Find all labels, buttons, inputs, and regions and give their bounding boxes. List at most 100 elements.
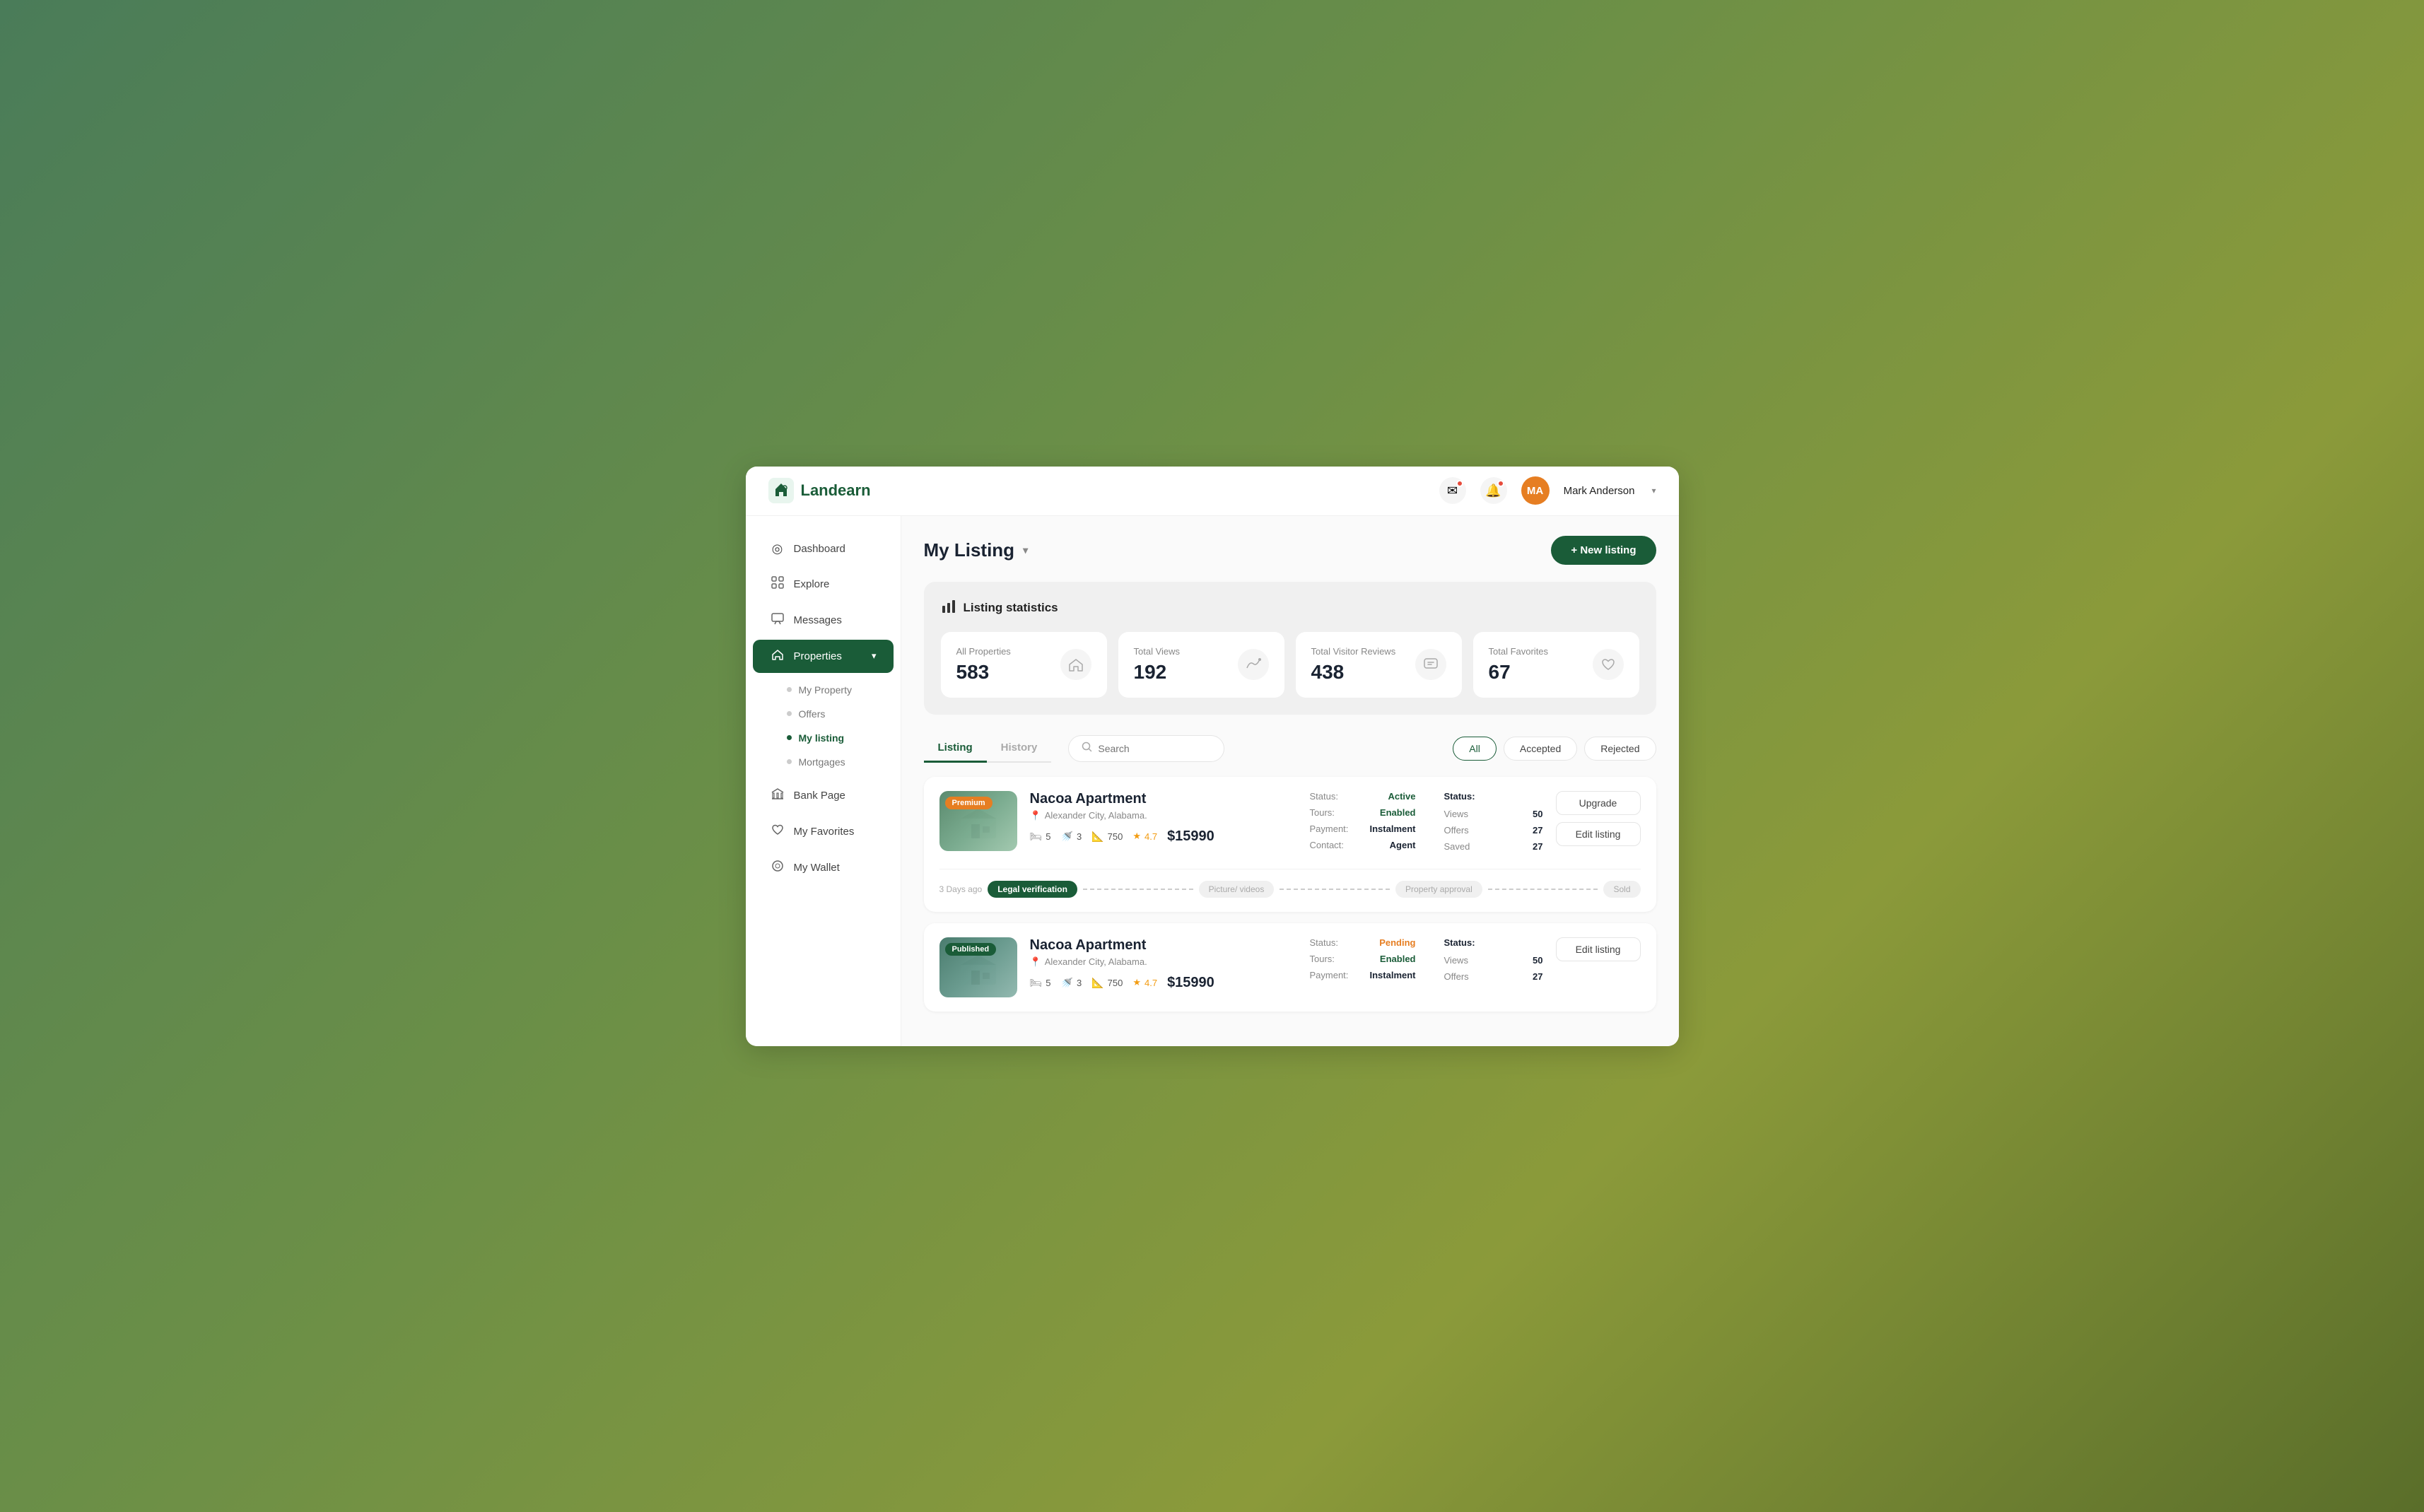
stat-label-2: Total Visitor Reviews bbox=[1311, 646, 1396, 657]
sidebar-item-bank-page[interactable]: Bank Page bbox=[753, 779, 894, 812]
status-cols-0: Status: Active Tours: Enabled Payment: I… bbox=[1309, 791, 1542, 857]
property-name-1: Nacoa Apartment bbox=[1030, 937, 1297, 954]
star-icon-0: ★ bbox=[1132, 831, 1141, 842]
stats-title-0: Status: bbox=[1444, 791, 1543, 802]
offers-row-1: Offers 27 bbox=[1444, 971, 1543, 982]
filter-btn-all[interactable]: All bbox=[1453, 737, 1497, 761]
stat-value-1: 192 bbox=[1134, 661, 1181, 684]
property-badge-1: Published bbox=[945, 943, 997, 956]
location-pin-icon-1: 📍 bbox=[1030, 956, 1041, 968]
explore-icon bbox=[770, 576, 785, 592]
sidebar-item-messages[interactable]: Messages bbox=[753, 604, 894, 637]
sqft-spec-1: 📐 750 bbox=[1091, 977, 1123, 989]
new-listing-button[interactable]: + New listing bbox=[1551, 536, 1656, 565]
user-dropdown-arrow[interactable]: ▾ bbox=[1651, 486, 1656, 496]
status-row-tours-1: Tours: Enabled bbox=[1309, 954, 1415, 964]
dot-offers bbox=[787, 711, 792, 716]
sidebar-item-my-wallet[interactable]: My Wallet bbox=[753, 851, 894, 884]
tours-val-1: Enabled bbox=[1380, 954, 1416, 964]
bank-icon bbox=[770, 787, 785, 804]
status-row-payment-0: Payment: Instalment bbox=[1309, 824, 1415, 834]
step-dots-2-0 bbox=[1280, 889, 1390, 890]
sidebar-item-offers[interactable]: Offers bbox=[778, 703, 901, 725]
stat-value-3: 67 bbox=[1489, 661, 1549, 684]
sidebar-item-dashboard[interactable]: ◎ Dashboard bbox=[753, 533, 894, 565]
sidebar-label-explore: Explore bbox=[794, 578, 830, 590]
sidebar-item-my-property[interactable]: My Property bbox=[778, 679, 901, 701]
tours-val-0: Enabled bbox=[1380, 807, 1416, 818]
stat-icon-0 bbox=[1060, 649, 1091, 680]
sqft-icon-0: 📐 bbox=[1091, 831, 1103, 843]
sidebar-label-dashboard: Dashboard bbox=[794, 543, 845, 555]
baths-spec-1: 🚿 3 bbox=[1061, 977, 1082, 989]
sidebar-item-properties[interactable]: Properties ▾ bbox=[753, 640, 894, 673]
tours-key-1: Tours: bbox=[1309, 954, 1355, 964]
status-val-0: Active bbox=[1388, 791, 1415, 802]
property-img-wrap-0: Premium bbox=[939, 791, 1017, 851]
stat-icon-3 bbox=[1593, 649, 1624, 680]
stat-label-3: Total Favorites bbox=[1489, 646, 1549, 657]
step-sold-0: Sold bbox=[1603, 881, 1640, 898]
page-title-text: My Listing bbox=[924, 539, 1015, 561]
stat-card-total-views: Total Views 192 bbox=[1118, 632, 1284, 698]
status-row-status-1: Status: Pending bbox=[1309, 937, 1415, 948]
sidebar-item-explore[interactable]: Explore bbox=[753, 568, 894, 601]
beds-spec-1: 🛏 5 bbox=[1030, 977, 1051, 989]
step-approval-0: Property approval bbox=[1395, 881, 1482, 898]
rating-spec-0: ★ 4.7 bbox=[1132, 831, 1157, 842]
listing-tabs: Listing History bbox=[924, 734, 1052, 763]
filter-btn-accepted[interactable]: Accepted bbox=[1504, 737, 1577, 761]
submenu-label-my-listing: My listing bbox=[799, 732, 845, 744]
saved-row-0: Saved 27 bbox=[1444, 841, 1543, 852]
stats-title-1: Status: bbox=[1444, 937, 1543, 948]
dot-my-listing bbox=[787, 735, 792, 740]
time-ago-0: 3 Days ago bbox=[939, 884, 983, 894]
avatar: MA bbox=[1521, 476, 1550, 505]
views-val-0: 50 bbox=[1533, 809, 1542, 819]
stats-section: Listing statistics All Properties 583 bbox=[924, 582, 1656, 715]
submenu-label-my-property: My Property bbox=[799, 684, 852, 696]
wallet-icon bbox=[770, 860, 785, 876]
stats-chart-icon bbox=[941, 599, 956, 618]
property-img-wrap-1: Published bbox=[939, 937, 1017, 997]
dot-my-property bbox=[787, 687, 792, 692]
step-picture-0: Picture/ videos bbox=[1199, 881, 1275, 898]
sidebar: ◎ Dashboard Explore Messages Properties bbox=[746, 516, 901, 1046]
search-icon bbox=[1082, 742, 1092, 756]
sidebar-item-my-listing[interactable]: My listing bbox=[778, 727, 901, 749]
body-layout: ◎ Dashboard Explore Messages Properties bbox=[746, 516, 1679, 1046]
stat-card-left-1: Total Views 192 bbox=[1134, 646, 1181, 684]
filter-btn-rejected[interactable]: Rejected bbox=[1584, 737, 1656, 761]
views-row-0: Views 50 bbox=[1444, 809, 1543, 819]
step-legal-0: Legal verification bbox=[988, 881, 1077, 898]
properties-chevron-icon: ▾ bbox=[872, 650, 877, 662]
new-listing-label: + New listing bbox=[1571, 544, 1636, 556]
sidebar-item-mortgages[interactable]: Mortgages bbox=[778, 751, 901, 773]
bed-icon-1: 🛏 bbox=[1030, 977, 1043, 989]
status-row-contact-0: Contact: Agent bbox=[1309, 840, 1415, 850]
payment-val-1: Instalment bbox=[1369, 970, 1415, 980]
edit-listing-button-0[interactable]: Edit listing bbox=[1556, 822, 1641, 846]
sidebar-item-my-favorites[interactable]: My Favorites bbox=[753, 815, 894, 848]
property-details-0: Nacoa Apartment 📍 Alexander City, Alabam… bbox=[1030, 791, 1297, 845]
edit-listing-button-1[interactable]: Edit listing bbox=[1556, 937, 1641, 961]
upgrade-button[interactable]: Upgrade bbox=[1556, 791, 1641, 815]
property-badge-0: Premium bbox=[945, 797, 993, 809]
status-row-payment-1: Payment: Instalment bbox=[1309, 970, 1415, 980]
notification-button[interactable]: 🔔 bbox=[1480, 477, 1507, 504]
status-row-status-0: Status: Active bbox=[1309, 791, 1415, 802]
contact-key-0: Contact: bbox=[1309, 840, 1355, 850]
notification-badge bbox=[1497, 480, 1504, 487]
sidebar-label-my-favorites: My Favorites bbox=[794, 826, 855, 838]
mail-button[interactable]: ✉ bbox=[1439, 477, 1466, 504]
views-key-1: Views bbox=[1444, 955, 1490, 966]
listing-card-0: Premium Nacoa Apartment 📍 Alexander City… bbox=[924, 777, 1656, 912]
listing-toolbar: Listing History All Accepted Rejected bbox=[924, 734, 1656, 763]
tab-history[interactable]: History bbox=[987, 734, 1052, 763]
property-price-0: $15990 bbox=[1167, 828, 1214, 845]
tab-listing[interactable]: Listing bbox=[924, 734, 987, 763]
sidebar-label-my-wallet: My Wallet bbox=[794, 862, 840, 874]
listing-card-1: Published Nacoa Apartment 📍 Alexander Ci… bbox=[924, 923, 1656, 1012]
search-input[interactable] bbox=[1098, 743, 1211, 754]
sidebar-label-properties: Properties bbox=[794, 650, 842, 662]
